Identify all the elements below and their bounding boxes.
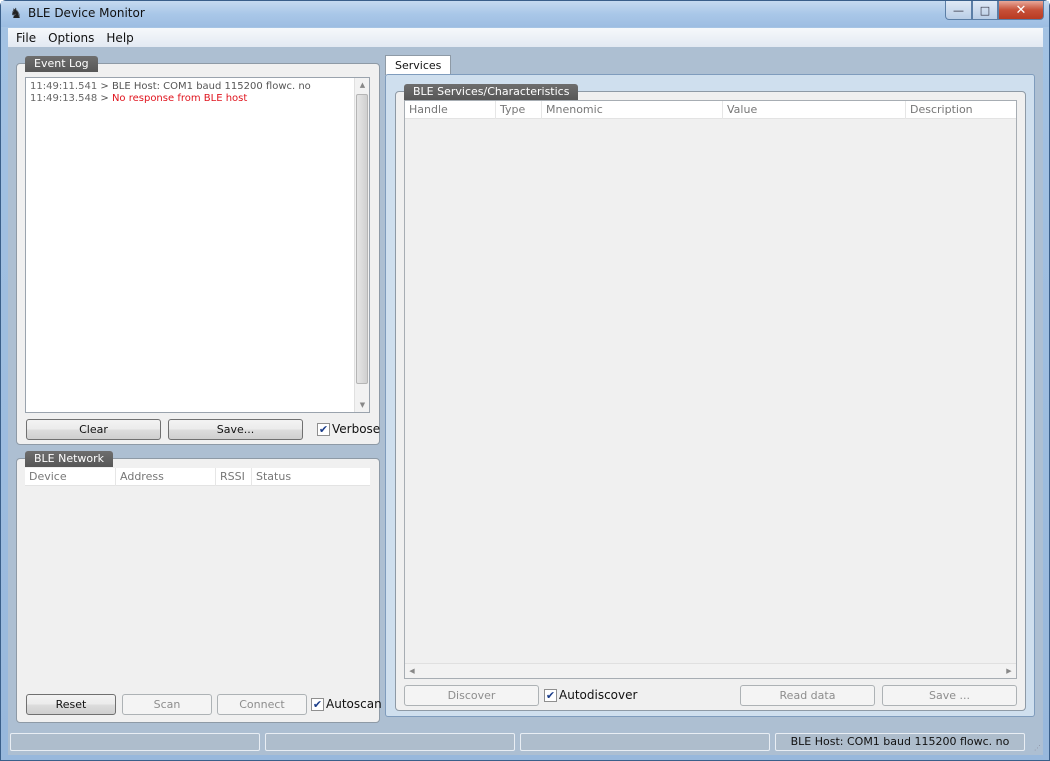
connect-button[interactable]: Connect [217, 694, 307, 715]
log-message-error: No response from BLE host [111, 93, 248, 104]
autoscan-label: Autoscan [326, 697, 382, 711]
checkmark-icon[interactable]: ✔ [544, 688, 557, 702]
network-device-list[interactable] [25, 487, 370, 685]
reset-button[interactable]: Reset [26, 694, 116, 715]
scroll-right-icon[interactable]: ▶ [1002, 664, 1016, 678]
minimize-icon: — [953, 3, 964, 17]
save-services-button[interactable]: Save ... [882, 685, 1017, 706]
services-tab-pane: BLE Services/Characteristics Handle Type… [385, 74, 1035, 717]
resize-grip-icon[interactable]: ⋰ [1034, 744, 1042, 752]
read-data-button[interactable]: Read data [740, 685, 875, 706]
event-log-scrollbar[interactable]: ▲ ▼ [354, 78, 369, 412]
scroll-down-icon[interactable]: ▼ [355, 398, 370, 412]
ble-network-group: BLE Network Device Address RSSI Status R… [16, 451, 382, 723]
title-bar[interactable]: ♞ BLE Device Monitor — □ ✕ [1, 1, 1049, 27]
status-panel-1 [10, 733, 260, 751]
scroll-up-icon[interactable]: ▲ [355, 78, 370, 92]
scan-button[interactable]: Scan [122, 694, 212, 715]
column-status[interactable]: Status [252, 468, 370, 486]
column-address[interactable]: Address [116, 468, 216, 486]
log-separator: > [97, 81, 112, 92]
column-mnenomic[interactable]: Mnenomic [542, 101, 723, 119]
menu-help[interactable]: Help [100, 31, 139, 45]
window-title: BLE Device Monitor [28, 6, 145, 20]
event-log-group: Event Log 11:49:11.541 > BLE Host: COM1 … [16, 56, 380, 445]
close-icon: ✕ [1015, 2, 1027, 18]
log-separator: > [97, 93, 112, 104]
ble-services-group: BLE Services/Characteristics Handle Type… [395, 84, 1026, 711]
app-window: ♞ BLE Device Monitor — □ ✕ File Options … [0, 0, 1050, 761]
menu-file[interactable]: File [10, 31, 42, 45]
discover-button[interactable]: Discover [404, 685, 539, 706]
log-timestamp: 11:49:13.548 [30, 93, 98, 104]
event-log-text-area[interactable]: 11:49:11.541 > BLE Host: COM1 baud 11520… [25, 77, 370, 413]
column-description[interactable]: Description [906, 101, 1016, 119]
column-handle[interactable]: Handle [405, 101, 496, 119]
autoscan-checkbox[interactable]: ✔ Autoscan [311, 697, 382, 711]
maximize-button[interactable]: □ [972, 1, 998, 20]
column-rssi[interactable]: RSSI [216, 468, 252, 486]
close-button[interactable]: ✕ [998, 1, 1044, 20]
verbose-checkbox[interactable]: ✔ Verbose [317, 422, 380, 436]
log-message: BLE Host: COM1 baud 115200 flowc. no [111, 81, 311, 92]
save-log-button[interactable]: Save... [168, 419, 303, 440]
status-bar: BLE Host: COM1 baud 115200 flowc. no ⋰ [8, 733, 1043, 753]
menu-options[interactable]: Options [42, 31, 100, 45]
column-type[interactable]: Type [496, 101, 542, 119]
services-hscrollbar[interactable]: ◀ ▶ [405, 663, 1016, 678]
clear-button[interactable]: Clear [26, 419, 161, 440]
checkmark-icon[interactable]: ✔ [317, 422, 330, 436]
verbose-label: Verbose [332, 422, 381, 436]
network-table-header: Device Address RSSI Status [25, 468, 370, 486]
ti-logo-icon: ♞ [9, 6, 23, 22]
scroll-left-icon[interactable]: ◀ [405, 664, 419, 678]
checkmark-icon[interactable]: ✔ [311, 697, 324, 711]
column-value[interactable]: Value [723, 101, 906, 119]
services-table[interactable]: Handle Type Mnenomic Value Description ◀… [404, 100, 1017, 679]
log-line: 11:49:11.541 > BLE Host: COM1 baud 11520… [30, 81, 365, 93]
ble-network-title: BLE Network [25, 451, 114, 467]
event-log-title: Event Log [25, 56, 98, 72]
maximize-icon: □ [979, 3, 991, 17]
log-timestamp: 11:49:11.541 [30, 81, 98, 92]
tab-services[interactable]: Services [385, 55, 452, 75]
status-panel-2 [265, 733, 515, 751]
autodiscover-checkbox[interactable]: ✔ Autodiscover [544, 688, 637, 702]
minimize-button[interactable]: — [945, 1, 972, 20]
status-panel-3 [520, 733, 770, 751]
log-line: 11:49:13.548 > No response from BLE host [30, 93, 365, 105]
client-area: File Options Help Event Log 11:49:11.541… [8, 28, 1043, 755]
column-device[interactable]: Device [25, 468, 116, 486]
status-panel-connection: BLE Host: COM1 baud 115200 flowc. no [775, 733, 1025, 751]
ble-services-title: BLE Services/Characteristics [404, 84, 579, 100]
menu-bar: File Options Help [8, 28, 1043, 47]
autodiscover-label: Autodiscover [559, 688, 638, 702]
services-table-header: Handle Type Mnenomic Value Description [405, 101, 1016, 119]
scroll-thumb[interactable] [356, 94, 368, 384]
